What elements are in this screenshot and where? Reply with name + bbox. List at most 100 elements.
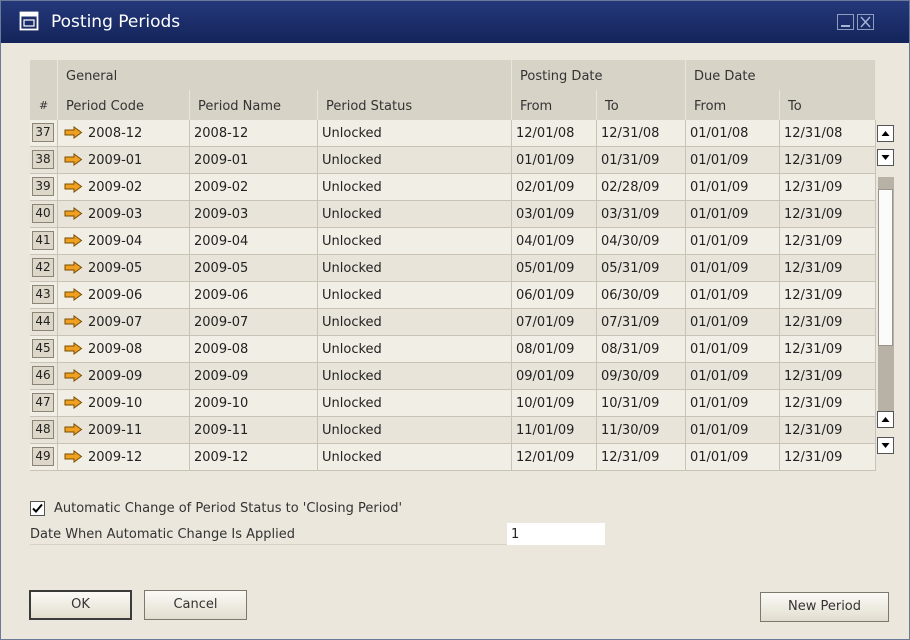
auto-change-date-input[interactable] [507, 523, 605, 545]
link-arrow-icon[interactable] [64, 288, 83, 301]
period-status-cell[interactable]: Unlocked [318, 336, 512, 362]
column-header-due-to[interactable]: To [780, 90, 876, 120]
table-row[interactable]: 39 2009-02 2009-02 Unlocked 02/01/09 02/… [30, 174, 876, 201]
period-name-cell[interactable]: 2009-08 [190, 336, 318, 362]
table-row[interactable]: 49 2009-12 2009-12 Unlocked 12/01/09 12/… [30, 444, 876, 471]
period-name-cell[interactable]: 2009-03 [190, 201, 318, 227]
due-from-cell[interactable]: 01/01/09 [686, 336, 780, 362]
row-number-cell[interactable]: 40 [30, 201, 58, 227]
due-to-cell[interactable]: 12/31/08 [780, 120, 876, 146]
due-to-cell[interactable]: 12/31/09 [780, 309, 876, 335]
due-from-cell[interactable]: 01/01/09 [686, 444, 780, 470]
posting-to-cell[interactable]: 05/31/09 [597, 255, 686, 281]
due-from-cell[interactable]: 01/01/09 [686, 255, 780, 281]
row-number[interactable]: 46 [32, 366, 54, 385]
scroll-up-button[interactable] [877, 125, 894, 142]
column-header-posting-to[interactable]: To [597, 90, 686, 120]
period-name-cell[interactable]: 2008-12 [190, 120, 318, 146]
link-arrow-icon[interactable] [64, 423, 83, 436]
link-arrow-icon[interactable] [64, 234, 83, 247]
due-to-cell[interactable]: 12/31/09 [780, 363, 876, 389]
period-name-cell[interactable]: 2009-01 [190, 147, 318, 173]
table-row[interactable]: 47 2009-10 2009-10 Unlocked 10/01/09 10/… [30, 390, 876, 417]
posting-from-cell[interactable]: 12/01/08 [512, 120, 597, 146]
posting-to-cell[interactable]: 10/31/09 [597, 390, 686, 416]
link-arrow-icon[interactable] [64, 396, 83, 409]
table-row[interactable]: 46 2009-09 2009-09 Unlocked 09/01/09 09/… [30, 363, 876, 390]
table-row[interactable]: 38 2009-01 2009-01 Unlocked 01/01/09 01/… [30, 147, 876, 174]
row-number[interactable]: 45 [32, 339, 54, 358]
posting-from-cell[interactable]: 02/01/09 [512, 174, 597, 200]
posting-from-cell[interactable]: 07/01/09 [512, 309, 597, 335]
due-from-cell[interactable]: 01/01/09 [686, 390, 780, 416]
link-arrow-icon[interactable] [64, 369, 83, 382]
due-to-cell[interactable]: 12/31/09 [780, 336, 876, 362]
row-number[interactable]: 39 [32, 177, 54, 196]
period-status-cell[interactable]: Unlocked [318, 120, 512, 146]
period-name-cell[interactable]: 2009-04 [190, 228, 318, 254]
posting-to-cell[interactable]: 07/31/09 [597, 309, 686, 335]
link-arrow-icon[interactable] [64, 153, 83, 166]
link-arrow-icon[interactable] [64, 315, 83, 328]
row-number-cell[interactable]: 43 [30, 282, 58, 308]
due-from-cell[interactable]: 01/01/09 [686, 228, 780, 254]
posting-to-cell[interactable]: 09/30/09 [597, 363, 686, 389]
posting-from-cell[interactable]: 05/01/09 [512, 255, 597, 281]
table-row[interactable]: 44 2009-07 2009-07 Unlocked 07/01/09 07/… [30, 309, 876, 336]
due-to-cell[interactable]: 12/31/09 [780, 147, 876, 173]
row-number-cell[interactable]: 39 [30, 174, 58, 200]
posting-from-cell[interactable]: 12/01/09 [512, 444, 597, 470]
period-status-cell[interactable]: Unlocked [318, 228, 512, 254]
row-number[interactable]: 40 [32, 204, 54, 223]
scroll-page-down-button[interactable] [877, 437, 894, 454]
auto-change-label[interactable]: Automatic Change of Period Status to 'Cl… [54, 501, 402, 516]
posting-to-cell[interactable]: 01/31/09 [597, 147, 686, 173]
row-number[interactable]: 38 [32, 150, 54, 169]
vertical-scrollbar[interactable] [875, 125, 895, 460]
posting-to-cell[interactable]: 08/31/09 [597, 336, 686, 362]
posting-to-cell[interactable]: 04/30/09 [597, 228, 686, 254]
link-arrow-icon[interactable] [64, 261, 83, 274]
period-name-cell[interactable]: 2009-07 [190, 309, 318, 335]
posting-to-cell[interactable]: 02/28/09 [597, 174, 686, 200]
row-number-cell[interactable]: 48 [30, 417, 58, 443]
scrollbar-thumb[interactable] [878, 189, 893, 346]
table-row[interactable]: 37 2008-12 2008-12 Unlocked 12/01/08 12/… [30, 120, 876, 147]
period-status-cell[interactable]: Unlocked [318, 174, 512, 200]
posting-from-cell[interactable]: 01/01/09 [512, 147, 597, 173]
table-row[interactable]: 40 2009-03 2009-03 Unlocked 03/01/09 03/… [30, 201, 876, 228]
minimize-button[interactable] [837, 14, 854, 30]
period-status-cell[interactable]: Unlocked [318, 147, 512, 173]
due-to-cell[interactable]: 12/31/09 [780, 174, 876, 200]
new-period-button[interactable]: New Period [760, 592, 889, 622]
link-arrow-icon[interactable] [64, 450, 83, 463]
period-name-cell[interactable]: 2009-11 [190, 417, 318, 443]
posting-from-cell[interactable]: 11/01/09 [512, 417, 597, 443]
due-to-cell[interactable]: 12/31/09 [780, 390, 876, 416]
period-status-cell[interactable]: Unlocked [318, 282, 512, 308]
table-row[interactable]: 43 2009-06 2009-06 Unlocked 06/01/09 06/… [30, 282, 876, 309]
row-number[interactable]: 47 [32, 393, 54, 412]
table-row[interactable]: 48 2009-11 2009-11 Unlocked 11/01/09 11/… [30, 417, 876, 444]
row-number-cell[interactable]: 38 [30, 147, 58, 173]
due-from-cell[interactable]: 01/01/09 [686, 174, 780, 200]
column-header-due-from[interactable]: From [686, 90, 780, 120]
period-status-cell[interactable]: Unlocked [318, 417, 512, 443]
link-arrow-icon[interactable] [64, 207, 83, 220]
close-button[interactable] [857, 14, 874, 30]
ok-button[interactable]: OK [29, 590, 132, 620]
due-to-cell[interactable]: 12/31/09 [780, 201, 876, 227]
row-number-cell[interactable]: 49 [30, 444, 58, 470]
period-status-cell[interactable]: Unlocked [318, 363, 512, 389]
table-row[interactable]: 45 2009-08 2009-08 Unlocked 08/01/09 08/… [30, 336, 876, 363]
due-from-cell[interactable]: 01/01/09 [686, 282, 780, 308]
due-from-cell[interactable]: 01/01/08 [686, 120, 780, 146]
posting-to-cell[interactable]: 12/31/08 [597, 120, 686, 146]
posting-from-cell[interactable]: 08/01/09 [512, 336, 597, 362]
due-to-cell[interactable]: 12/31/09 [780, 282, 876, 308]
row-number-cell[interactable]: 44 [30, 309, 58, 335]
period-name-cell[interactable]: 2009-02 [190, 174, 318, 200]
row-number-cell[interactable]: 46 [30, 363, 58, 389]
due-to-cell[interactable]: 12/31/09 [780, 228, 876, 254]
posting-from-cell[interactable]: 06/01/09 [512, 282, 597, 308]
